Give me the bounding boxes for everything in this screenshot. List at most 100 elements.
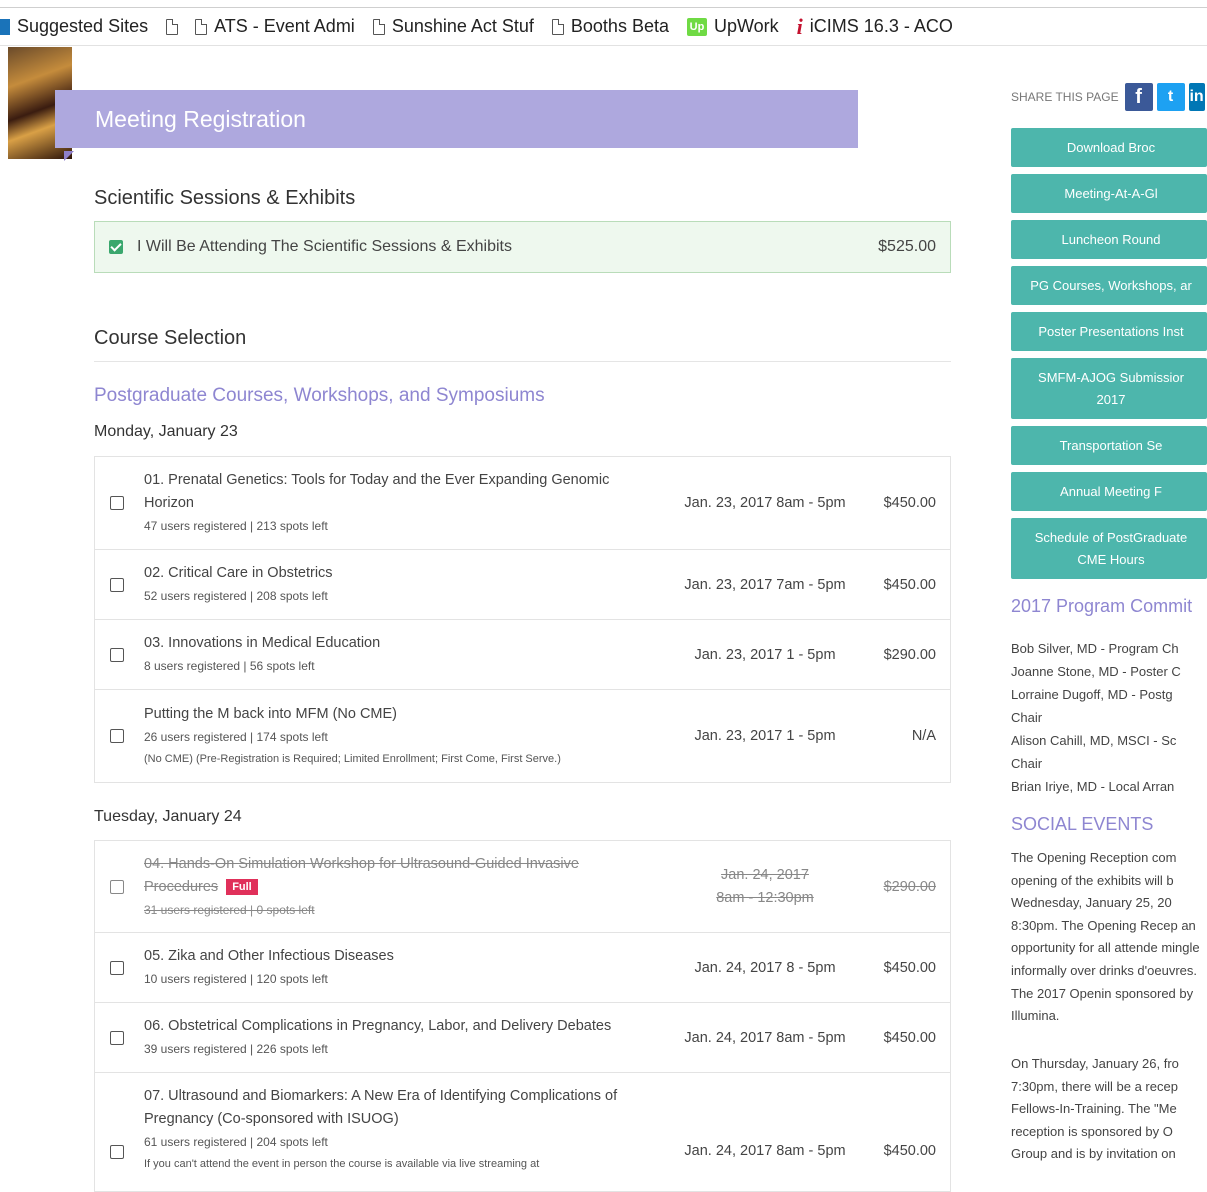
course-checkbox[interactable] [110, 729, 124, 743]
facebook-icon[interactable]: f [1124, 83, 1153, 111]
document-icon [166, 18, 179, 35]
bookmark-ats-event-admin[interactable]: ATS - Event Admi [195, 16, 355, 37]
course-registration-count: 47 users registered | 213 spots left [144, 519, 328, 533]
bookmark-blank[interactable] [166, 18, 185, 35]
page-title: Meeting Registration [55, 90, 858, 148]
bookmark-label: iCIMS 16.3 - ACO [809, 16, 953, 36]
share-label: SHARE THIS PAGE [1011, 90, 1119, 104]
course-checkbox[interactable] [110, 496, 124, 510]
attend-checkbox[interactable] [109, 240, 123, 254]
course-registration-count: 39 users registered | 226 spots left [144, 1042, 328, 1056]
bookmarks-bar: Suggested Sites ATS - Event Admi Sunshin… [0, 0, 1207, 46]
course-table-tuesday: 04. Hands-On Simulation Workshop for Ult… [94, 840, 951, 1192]
course-info: 03. Innovations in Medical Education 8 u… [144, 632, 665, 677]
twitter-icon[interactable]: t [1156, 83, 1185, 111]
day-heading-tuesday: Tuesday, January 24 [94, 808, 242, 825]
course-info: 05. Zika and Other Infectious Diseases 1… [144, 945, 665, 990]
course-checkbox[interactable] [110, 1030, 124, 1045]
course-registration-count: 10 users registered | 120 spots left [144, 972, 328, 986]
course-price: $450.00 [883, 1143, 936, 1159]
course-row: 01. Prenatal Genetics: Tools for Today a… [95, 457, 950, 550]
social-events-paragraph-1: The Opening Reception com opening of the… [1011, 850, 1200, 1024]
committee-member: Lorraine Dugoff, MD - Postg [1011, 687, 1173, 702]
bookmark-sunshine-act[interactable]: Sunshine Act Stuf [372, 16, 534, 37]
day-heading-monday: Monday, January 23 [94, 423, 238, 440]
course-date: Jan. 24, 2017 8 - 5pm [694, 959, 836, 976]
course-note: If you can't attend the event in person … [144, 1158, 540, 1170]
bookmark-label: Suggested Sites [17, 16, 149, 36]
course-checkbox[interactable] [110, 1145, 124, 1159]
course-title-wrap: 04. Hands-On Simulation Workshop for Ult… [144, 853, 614, 899]
bookmark-label: UpWork [713, 16, 779, 36]
pg-courses-button[interactable]: PG Courses, Workshops, ar [1011, 266, 1207, 305]
sessions-heading: Scientific Sessions & Exhibits [94, 187, 356, 209]
course-row: 05. Zika and Other Infectious Diseases 1… [95, 933, 950, 1003]
bookmark-booths-beta[interactable]: Booths Beta [551, 16, 669, 37]
meeting-at-a-glance-button[interactable]: Meeting-At-A-Gl [1011, 174, 1207, 213]
course-price: $450.00 [883, 959, 936, 976]
course-row: 07. Ultrasound and Biomarkers: A New Era… [95, 1073, 950, 1191]
course-info: 07. Ultrasound and Biomarkers: A New Era… [144, 1085, 665, 1175]
bookmark-label: ATS - Event Admi [214, 16, 355, 36]
linkedin-icon[interactable]: in [1188, 83, 1205, 111]
committee-list: Bob Silver, MD - Program Ch Joanne Stone… [1011, 637, 1207, 798]
course-row: 02. Critical Care in Obstetrics 52 users… [95, 550, 950, 620]
smfm-ajog-submission-button[interactable]: SMFM-AJOG Submissior 2017 [1011, 358, 1207, 419]
attend-price: $525.00 [878, 238, 936, 255]
committee-member: Brian Iriye, MD - Local Arran [1011, 779, 1175, 794]
course-registration-count: 31 users registered | 0 spots left [144, 902, 315, 917]
course-date: Jan. 24, 2017 8am - 12:30pm [716, 866, 814, 906]
course-registration-count: 61 users registered | 204 spots left [144, 1135, 328, 1149]
icims-icon: i [796, 13, 803, 39]
course-registration-count: 8 users registered | 56 spots left [144, 659, 315, 673]
bookmark-label: Booths Beta [570, 16, 669, 36]
full-badge: Full [226, 878, 258, 895]
poster-presentations-button[interactable]: Poster Presentations Inst [1011, 312, 1207, 351]
download-brochure-button[interactable]: Download Broc [1011, 128, 1207, 167]
course-info: 02. Critical Care in Obstetrics 52 users… [144, 562, 665, 607]
course-price: $450.00 [883, 1029, 936, 1046]
bookmark-suggested-sites[interactable]: Suggested Sites [0, 16, 148, 37]
committee-heading: 2017 Program Commit [1011, 596, 1193, 616]
course-checkbox[interactable] [110, 647, 124, 662]
course-checkbox[interactable] [110, 577, 124, 592]
attend-label: I Will Be Attending The Scientific Sessi… [137, 238, 512, 255]
attend-sessions-option[interactable]: I Will Be Attending The Scientific Sessi… [94, 221, 951, 273]
course-info: Putting the M back into MFM (No CME) 26 … [144, 703, 665, 770]
bookmark-upwork[interactable]: Up UpWork [686, 16, 779, 37]
course-title: 02. Critical Care in Obstetrics [144, 565, 333, 581]
course-row: Putting the M back into MFM (No CME) 26 … [95, 690, 950, 782]
course-checkbox[interactable] [110, 960, 124, 975]
course-checkbox[interactable] [110, 879, 124, 894]
committee-member: Chair [1011, 756, 1043, 771]
bookmark-label: Sunshine Act Stuf [391, 16, 534, 36]
course-row-full: 04. Hands-On Simulation Workshop for Ult… [95, 841, 950, 933]
course-date: Jan. 23, 2017 1 - 5pm [694, 646, 836, 663]
course-registration-count: 26 users registered | 174 spots left [144, 729, 328, 744]
document-icon [195, 18, 208, 35]
luncheon-roundtables-button[interactable]: Luncheon Round [1011, 220, 1207, 259]
social-events-heading: SOCIAL EVENTS [1011, 814, 1154, 834]
committee-member: Alison Cahill, MD, MSCI - Sc [1011, 733, 1177, 748]
course-title: 01. Prenatal Genetics: Tools for Today a… [144, 472, 610, 511]
upwork-icon: Up [686, 17, 707, 36]
course-info: 06. Obstetrical Complications in Pregnan… [144, 1015, 665, 1060]
course-note: (No CME) (Pre-Registration is Required; … [144, 752, 561, 765]
annual-meeting-button[interactable]: Annual Meeting F [1011, 472, 1207, 511]
course-date: Jan. 23, 2017 1 - 5pm [694, 728, 836, 744]
schedule-cme-hours-button[interactable]: Schedule of PostGraduate CME Hours [1011, 518, 1207, 579]
committee-member: Joanne Stone, MD - Poster C [1011, 664, 1181, 679]
page-content: Meeting Registration Scientific Sessions… [0, 47, 1207, 1192]
bookmark-icims[interactable]: i iCIMS 16.3 - ACO [797, 14, 953, 40]
course-price: $450.00 [883, 495, 936, 511]
course-title: Putting the M back into MFM (No CME) [144, 705, 398, 722]
document-icon [372, 18, 385, 35]
social-events-paragraph-2: On Thursday, January 26, fro 7:30pm, the… [1011, 1056, 1179, 1162]
course-selection-heading: Course Selection [94, 327, 247, 349]
course-row: 06. Obstetrical Complications in Pregnan… [95, 1003, 950, 1073]
course-date: Jan. 23, 2017 7am - 5pm [684, 576, 846, 593]
course-title: 06. Obstetrical Complications in Pregnan… [144, 1018, 612, 1034]
course-price: N/A [911, 728, 936, 744]
course-price: $450.00 [883, 576, 936, 593]
transportation-button[interactable]: Transportation Se [1011, 426, 1207, 465]
